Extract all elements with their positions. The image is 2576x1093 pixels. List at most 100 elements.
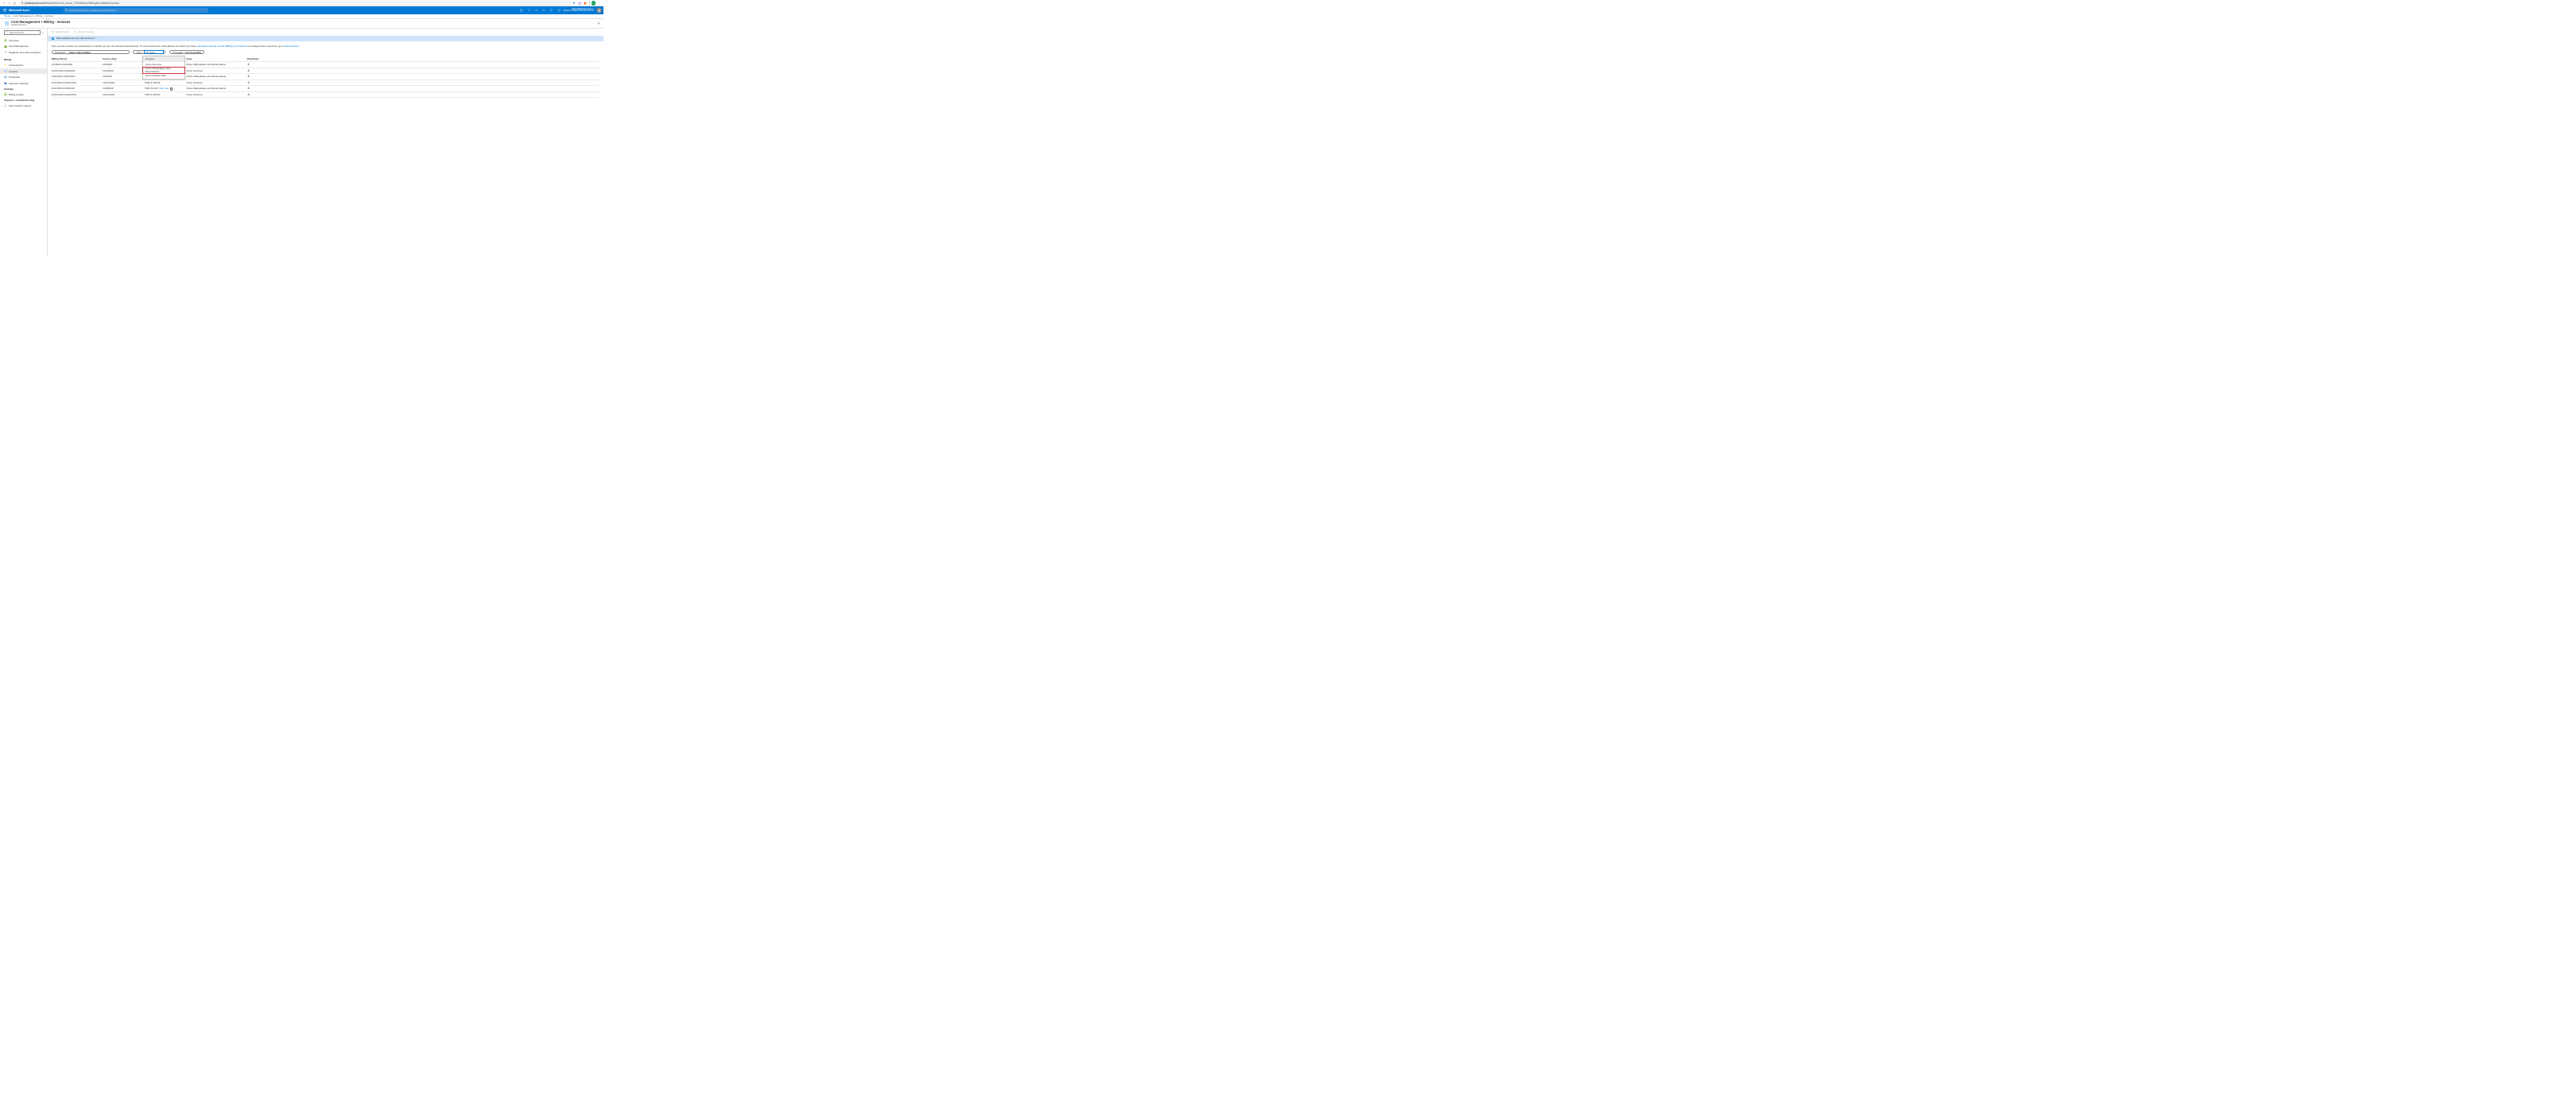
sidebar-item-label: Properties [9, 76, 20, 79]
sidebar-item-overview[interactable]: Overview [0, 37, 47, 43]
col-download: Download [247, 57, 262, 60]
cell-amount: TWD 9,363.00 [145, 93, 187, 96]
subscription-filter[interactable]: Subscript... : Azure subscription [52, 50, 130, 55]
sidebar-item-subscriptions[interactable]: Subscriptions [0, 62, 47, 68]
extension-icon-2[interactable] [584, 2, 587, 5]
cell-download [247, 93, 262, 96]
dropdown-option-marketplace-reservations[interactable]: Azure Marketplace and Reservations [143, 68, 184, 73]
table-row[interactable]: 12/1/2019-12/31/20191/9/2020 now iAzure … [52, 74, 600, 79]
subscriptions-link[interactable]: Subscriptions. [285, 45, 300, 48]
cell-period: 12/21/2019-1/20/2020 [52, 69, 103, 72]
sidebar-item-label: Diagnose and solve problems [9, 51, 41, 54]
azure-top-bar: Microsoft Azure Search resources, servic… [0, 6, 603, 14]
dropdown-option-support-plan[interactable]: Azure Support Plan [143, 73, 184, 79]
address-bar[interactable]: portal.azure.com/#blade/Microsoft_Azure_… [19, 0, 571, 6]
dropdown-option-all[interactable]: All types [143, 56, 184, 62]
download-icon[interactable] [247, 87, 250, 89]
sidebar-search-placeholder: Search (Ctrl+/) [10, 31, 24, 34]
reload-button[interactable] [12, 0, 17, 6]
sidebar-item-label: Payment methods [9, 82, 28, 85]
breadcrumb-current: Cost Management + Billing - Invoices [14, 14, 53, 17]
cell-type: Azure Services [186, 81, 246, 84]
notifications-icon[interactable] [535, 9, 538, 12]
cell-type: Azure Services [186, 93, 246, 96]
table-row[interactable]: 11/21/2019-12/20/201912/21/2019TWD 9,229… [52, 80, 600, 86]
sidebar-item-invoices[interactable]: Invoices [0, 68, 47, 74]
toolbar-label: Access Invoice [79, 30, 95, 33]
sidebar-item-payment-methods[interactable]: Payment methods [0, 80, 47, 86]
breadcrumb-sep: › [12, 14, 13, 17]
col-billing-period[interactable]: Billing Period [52, 57, 103, 60]
download-icon[interactable] [247, 93, 250, 95]
table-row[interactable]: 11/1/2019-11/30/201912/9/2019TWD 314.00 … [52, 86, 600, 91]
chrome-profile-avatar[interactable]: J [592, 1, 596, 6]
feedback-icon[interactable] [557, 9, 561, 12]
type-filter[interactable]: Type : All types All types Azure Service… [133, 50, 165, 55]
sidebar-item-diagnose[interactable]: Diagnose and solve problems [0, 49, 47, 55]
invoices-icon [4, 70, 7, 73]
command-bar: Email Invoice Access Invoice [48, 29, 603, 36]
download-icon[interactable] [247, 81, 250, 83]
bookmark-star-icon[interactable]: ★ [572, 1, 576, 5]
extension-icon-1[interactable] [578, 2, 581, 5]
type-dropdown: All types Azure Services Azure Marketpla… [142, 56, 185, 79]
azure-brand[interactable]: Microsoft Azure [9, 9, 29, 12]
account-info[interactable]: billtest456tw@outlook.c... DEFAULT DIREC… [564, 8, 597, 13]
cell-download [247, 63, 262, 66]
chrome-menu-icon[interactable]: ⋮ [598, 2, 601, 5]
cost-icon: $ [4, 45, 7, 48]
feedback-banner[interactable]: i How satisfied are you with invoices? → [48, 36, 603, 41]
table-row[interactable]: 1/1/2020-1/31/20202/9/2020 now iAzure Ma… [52, 62, 600, 68]
url-path: /#blade/Microsoft_Azure_GTM/ModernBillin… [45, 2, 119, 5]
forward-button[interactable] [6, 0, 12, 6]
cell-download [247, 81, 262, 84]
cell-type: Azure Services [186, 69, 246, 72]
cell-period: 10/21/2019-11/20/2019 [52, 93, 103, 96]
directory-filter-icon[interactable] [528, 9, 531, 12]
col-type[interactable]: Type [186, 57, 246, 60]
download-icon[interactable] [247, 69, 250, 72]
help-icon[interactable] [550, 9, 553, 12]
cloud-shell-icon[interactable] [520, 9, 523, 12]
sidebar-heading-billing: Billing [0, 57, 47, 63]
table-header-row: Billing Period Invoice date Type Downloa… [52, 56, 600, 62]
cell-type: Azure Marketplace and Reservations [186, 87, 246, 90]
info-icon[interactable]: i [170, 87, 173, 90]
global-search[interactable]: Search resources, services, and docs (G+… [64, 8, 209, 14]
download-icon[interactable] [247, 75, 250, 77]
download-icon[interactable] [247, 63, 250, 65]
access-invoice-button[interactable]: Access Invoice [74, 30, 94, 33]
rbac-link[interactable]: role-based access control (RBAC) permiss… [197, 45, 247, 48]
col-invoice-date[interactable]: Invoice date [103, 57, 145, 60]
account-directory: DEFAULT DIRECTORY (BILLTEST4... [564, 10, 596, 13]
sidebar-item-label: Subscriptions [9, 64, 23, 67]
cell-amount: TWD 9,229.00 [145, 81, 187, 84]
type-select[interactable]: All types [144, 50, 164, 54]
table-row[interactable]: 10/21/2019-11/20/201911/21/2019TWD 9,363… [52, 92, 600, 98]
sidebar-item-billing-scopes[interactable]: Billing scopes [0, 91, 47, 97]
sidebar-item-properties[interactable]: Properties [0, 74, 47, 79]
sidebar-collapse-button[interactable]: « [42, 31, 44, 34]
table-row[interactable]: 12/21/2019-1/20/20201/21/2020Azure Servi… [52, 68, 600, 74]
sidebar-item-label: Cost Management [9, 45, 29, 48]
cell-period: 1/1/2020-1/31/2020 [52, 63, 103, 66]
cell-period: 11/21/2019-12/20/2019 [52, 81, 103, 84]
timespan-filter[interactable]: Timespan : Last 3 months [169, 50, 205, 55]
overview-icon [4, 39, 7, 42]
sidebar-item-new-support-request[interactable]: New support request [0, 103, 47, 108]
properties-icon [4, 76, 7, 79]
account-avatar[interactable] [596, 8, 602, 14]
info-icon: i [52, 37, 55, 41]
sidebar-item-label: Billing scopes [9, 93, 24, 96]
search-icon [65, 9, 68, 11]
email-invoice-button[interactable]: Email Invoice [52, 30, 70, 33]
close-blade-button[interactable]: × [598, 21, 600, 25]
invoice-blade-icon [4, 21, 10, 26]
sidebar-item-cost-management[interactable]: $ Cost Management [0, 44, 47, 49]
cell-date: 12/9/2019 [103, 87, 145, 90]
portal-menu-button[interactable] [0, 9, 9, 11]
pay-now-link[interactable]: Pay now [160, 87, 169, 90]
sidebar-search[interactable]: Search (Ctrl+/) [4, 30, 41, 35]
breadcrumb-home[interactable]: Home [4, 14, 10, 17]
settings-gear-icon[interactable] [542, 9, 545, 12]
